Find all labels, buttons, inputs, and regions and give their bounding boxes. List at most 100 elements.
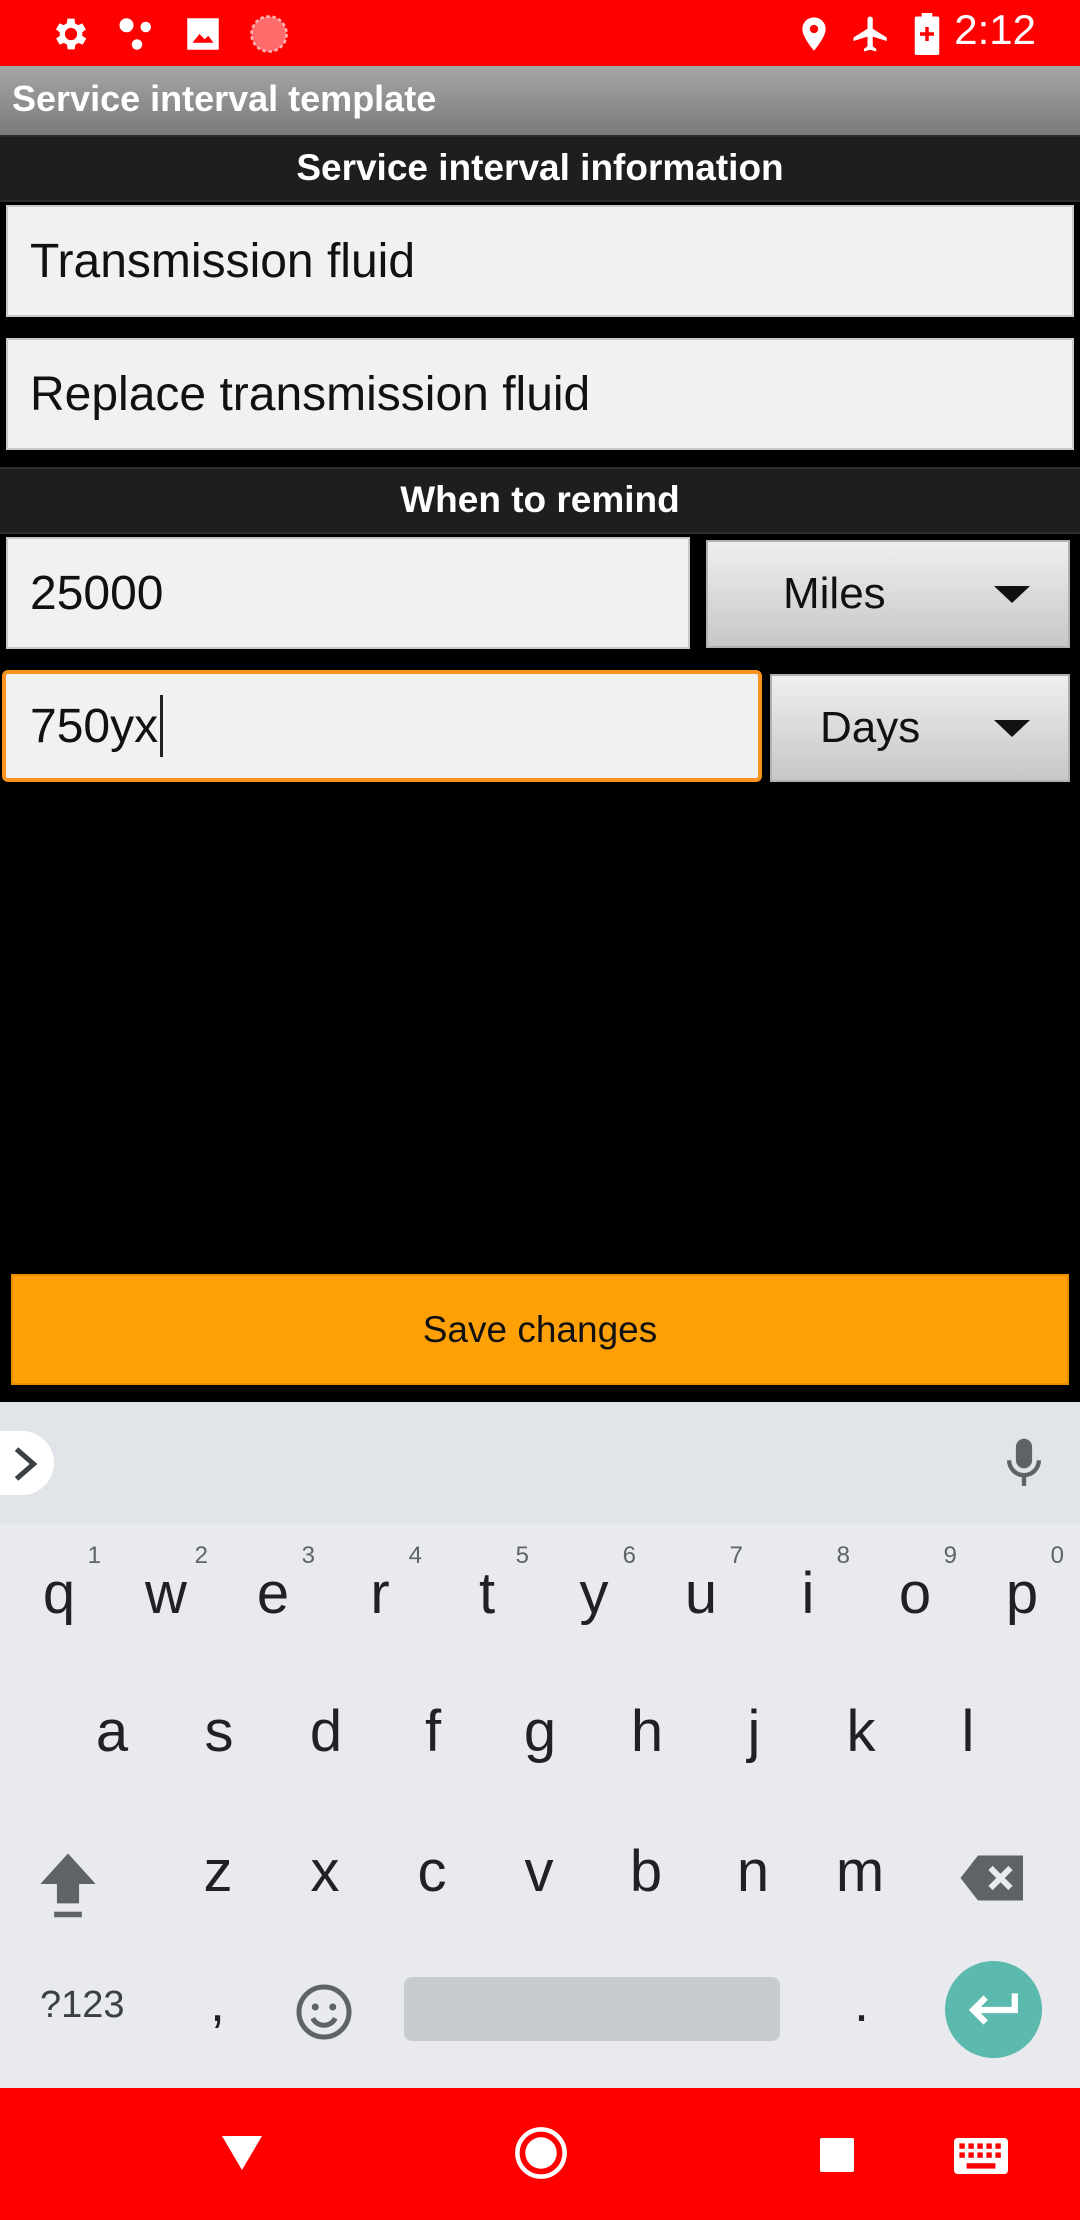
key-label: u xyxy=(684,1561,718,1626)
expand-suggestions-button[interactable] xyxy=(0,1431,54,1495)
key-label: o xyxy=(898,1561,932,1626)
backspace-key[interactable] xyxy=(958,1850,1028,1910)
microphone-icon[interactable] xyxy=(1002,1436,1046,1494)
airplane-mode-icon xyxy=(850,13,892,59)
key-label: c xyxy=(417,1839,447,1904)
time-input-value: 750yx xyxy=(30,699,159,753)
recents-square-icon[interactable] xyxy=(820,2138,854,2176)
key-label: x xyxy=(310,1839,340,1904)
symbols-key[interactable]: ?123 xyxy=(40,1984,125,2027)
key-n[interactable]: n xyxy=(703,1812,803,1932)
status-time: 2:12 xyxy=(954,6,1036,53)
key-hint: 0 xyxy=(1050,1542,1064,1569)
shift-key[interactable] xyxy=(34,1848,102,1924)
key-label: k xyxy=(846,1699,876,1764)
section-header-info: Service interval information xyxy=(0,135,1080,202)
network-dots-icon xyxy=(116,13,158,59)
save-button[interactable]: Save changes xyxy=(11,1274,1069,1385)
key-e[interactable]: e3 xyxy=(223,1534,323,1654)
back-triangle-icon[interactable] xyxy=(222,2136,262,2174)
key-hint: 3 xyxy=(301,1542,315,1569)
record-icon xyxy=(248,13,290,59)
keyboard-icon[interactable] xyxy=(954,2138,1008,2178)
key-r[interactable]: r4 xyxy=(330,1534,430,1654)
key-hint: 1 xyxy=(87,1542,101,1569)
key-f[interactable]: f xyxy=(383,1672,483,1792)
key-w[interactable]: w2 xyxy=(116,1534,216,1654)
key-hint: 5 xyxy=(515,1542,529,1569)
key-label: e xyxy=(256,1561,290,1626)
key-o[interactable]: o9 xyxy=(865,1534,965,1654)
period-key[interactable]: . xyxy=(854,1972,869,2034)
settings-icon xyxy=(50,13,92,59)
key-v[interactable]: v xyxy=(489,1812,589,1932)
key-label: z xyxy=(203,1839,233,1904)
key-label: f xyxy=(424,1699,442,1764)
emoji-key[interactable] xyxy=(294,1982,354,2046)
key-i[interactable]: i8 xyxy=(758,1534,858,1654)
key-hint: 9 xyxy=(943,1542,957,1569)
key-label: m xyxy=(835,1839,885,1904)
description-input[interactable]: Replace transmission fluid xyxy=(6,338,1074,450)
key-label: q xyxy=(42,1561,76,1626)
key-s[interactable]: s xyxy=(169,1672,269,1792)
image-icon xyxy=(182,13,224,59)
key-label: y xyxy=(579,1561,609,1626)
key-label: n xyxy=(736,1839,770,1904)
key-u[interactable]: u7 xyxy=(651,1534,751,1654)
time-unit-label: Days xyxy=(820,703,921,752)
key-hint: 7 xyxy=(729,1542,743,1569)
home-circle-icon[interactable] xyxy=(514,2126,568,2184)
battery-icon xyxy=(912,13,942,59)
key-label: r xyxy=(370,1561,390,1626)
soft-keyboard: q1w2e3r4t5y6u7i8o9p0 asdfghjkl zxcvbnm ?… xyxy=(0,1402,1080,2088)
name-input[interactable]: Transmission fluid xyxy=(6,205,1074,317)
key-label: d xyxy=(309,1699,343,1764)
distance-input[interactable]: 25000 xyxy=(6,537,690,649)
key-l[interactable]: l xyxy=(918,1672,1018,1792)
key-label: a xyxy=(95,1699,129,1764)
chevron-down-icon xyxy=(994,720,1030,737)
key-j[interactable]: j xyxy=(704,1672,804,1792)
distance-unit-select[interactable]: Miles xyxy=(706,540,1070,648)
key-k[interactable]: k xyxy=(811,1672,911,1792)
key-m[interactable]: m xyxy=(810,1812,910,1932)
key-q[interactable]: q1 xyxy=(9,1534,109,1654)
key-d[interactable]: d xyxy=(276,1672,376,1792)
time-input[interactable]: 750yx xyxy=(2,670,762,782)
time-unit-select[interactable]: Days xyxy=(770,674,1070,782)
key-hint: 6 xyxy=(622,1542,636,1569)
key-hint: 2 xyxy=(194,1542,208,1569)
key-label: v xyxy=(524,1839,554,1904)
location-icon xyxy=(794,13,834,59)
key-z[interactable]: z xyxy=(168,1812,268,1932)
key-a[interactable]: a xyxy=(62,1672,162,1792)
key-label: b xyxy=(629,1839,663,1904)
key-hint: 8 xyxy=(836,1542,850,1569)
key-x[interactable]: x xyxy=(275,1812,375,1932)
key-h[interactable]: h xyxy=(597,1672,697,1792)
key-c[interactable]: c xyxy=(382,1812,482,1932)
chevron-down-icon xyxy=(994,586,1030,603)
space-key[interactable] xyxy=(404,1977,780,2041)
text-caret xyxy=(160,695,164,757)
key-label: w xyxy=(145,1561,187,1626)
key-label: t xyxy=(478,1561,496,1626)
page-title: Service interval template xyxy=(12,78,437,119)
key-label: s xyxy=(204,1699,234,1764)
comma-key[interactable]: , xyxy=(210,1972,225,2034)
key-p[interactable]: p0 xyxy=(972,1534,1072,1654)
enter-key[interactable] xyxy=(945,1961,1042,2058)
section-header-remind: When to remind xyxy=(0,467,1080,534)
key-t[interactable]: t5 xyxy=(437,1534,537,1654)
key-b[interactable]: b xyxy=(596,1812,696,1932)
key-label: i xyxy=(801,1561,815,1626)
key-g[interactable]: g xyxy=(490,1672,590,1792)
key-label: g xyxy=(523,1699,557,1764)
navigation-bar xyxy=(0,2088,1080,2220)
key-label: j xyxy=(747,1699,761,1764)
key-label: p xyxy=(1005,1561,1039,1626)
key-y[interactable]: y6 xyxy=(544,1534,644,1654)
key-label: l xyxy=(961,1699,975,1764)
status-bar: 2:12 xyxy=(0,0,1080,66)
